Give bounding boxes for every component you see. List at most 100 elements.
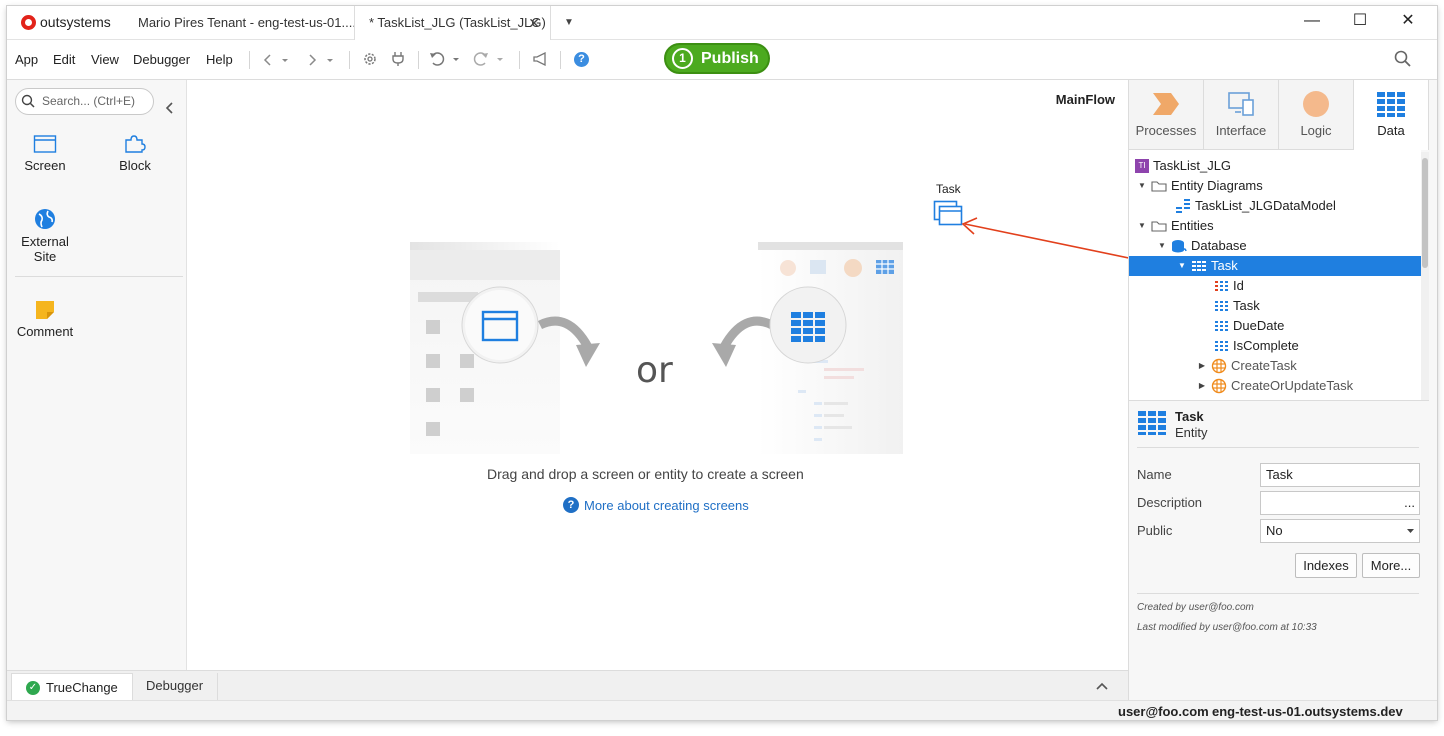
entity-drag-circle — [712, 286, 847, 367]
tab-list-dropdown-icon[interactable]: ▼ — [564, 6, 574, 40]
tab-close-icon[interactable]: ✕ — [528, 6, 540, 40]
title-bar: outsystems Mario Pires Tenant - eng-test… — [7, 6, 1437, 40]
tab-data[interactable]: Data — [1354, 80, 1429, 150]
tab-processes[interactable]: Processes — [1129, 80, 1204, 150]
collapsed-arrow-icon[interactable]: ▶ — [1197, 356, 1207, 376]
data-tree: TI TaskList_JLG ▼ Entity Diagrams TaskLi… — [1129, 150, 1421, 400]
tab-tasklist[interactable]: * TaskList_JLG (TaskList_JLG) ✕ — [354, 6, 551, 40]
name-label: Name — [1137, 467, 1172, 482]
last-modified-text: Last modified by user@foo.com at 10:33 — [1137, 622, 1317, 633]
brand-logo[interactable]: outsystems — [21, 14, 111, 30]
tree-data-model[interactable]: TaskList_JLGDataModel — [1175, 196, 1336, 216]
publish-version-number: 1 — [672, 48, 693, 69]
toolbar: App Edit View Debugger Help ? 1 Publish — [7, 40, 1437, 80]
tab-debugger[interactable]: Debugger — [132, 673, 219, 701]
indexes-button[interactable]: Indexes — [1295, 553, 1357, 578]
folder-icon — [1151, 181, 1167, 192]
folder-icon — [1151, 221, 1167, 232]
palette-divider — [15, 276, 183, 277]
name-field[interactable]: Task — [1260, 463, 1420, 487]
tree-database[interactable]: ▼ Database — [1157, 236, 1247, 256]
tree-module[interactable]: TI TaskList_JLG — [1135, 156, 1231, 176]
publish-button[interactable]: 1 Publish — [664, 43, 770, 74]
expand-panel-chevron-icon[interactable] — [1095, 681, 1109, 691]
service-studio-window: outsystems Mario Pires Tenant - eng-test… — [7, 6, 1437, 720]
tree-attribute-id[interactable]: Id — [1215, 276, 1244, 296]
entity-action-icon — [1211, 358, 1227, 374]
tree-scrollbar-thumb[interactable] — [1422, 158, 1428, 268]
flow-canvas[interactable]: MainFlow Task or Drag and drop a screen … — [188, 80, 1128, 670]
tree-attribute-label: Task — [1233, 298, 1260, 313]
tree-attribute-task[interactable]: Task — [1215, 296, 1260, 316]
status-bar: user@foo.com eng-test-us-01.outsystems.d… — [7, 700, 1437, 720]
expanded-arrow-icon[interactable]: ▼ — [1177, 256, 1187, 276]
maximize-button[interactable]: ☐ — [1337, 6, 1383, 36]
help-icon[interactable]: ? — [574, 52, 589, 67]
palette-item-label: Screen — [24, 158, 66, 173]
module-badge-icon: TI — [1135, 159, 1149, 173]
public-label: Public — [1137, 523, 1173, 538]
menu-view[interactable]: View — [91, 52, 119, 67]
tree-action-createorupdatetask[interactable]: ▶ CreateOrUpdateTask — [1197, 376, 1353, 396]
tree-attribute-label: IsComplete — [1233, 338, 1299, 353]
search-icon[interactable] — [1394, 50, 1412, 68]
plug-icon[interactable] — [391, 51, 405, 67]
tree-entities[interactable]: ▼ Entities — [1137, 216, 1214, 236]
tree-entity-diagrams-label: Entity Diagrams — [1171, 178, 1263, 193]
description-ellipsis-button[interactable]: ... — [1404, 492, 1415, 514]
globe-icon — [35, 209, 55, 229]
tree-attribute-iscomplete[interactable]: IsComplete — [1215, 336, 1299, 356]
status-user: user@foo.com — [1118, 704, 1209, 719]
close-window-button[interactable]: ✕ — [1385, 6, 1431, 36]
expanded-arrow-icon[interactable]: ▼ — [1137, 176, 1147, 196]
tree-module-label: TaskList_JLG — [1153, 158, 1232, 173]
settings-gear-icon[interactable] — [362, 51, 378, 67]
public-select[interactable]: No — [1260, 519, 1420, 543]
toolbar-separator — [560, 51, 561, 69]
create-screen-hint: Drag and drop a screen or entity to crea… — [487, 466, 804, 482]
palette-item-screen[interactable]: Screen — [7, 134, 83, 173]
expanded-arrow-icon[interactable]: ▼ — [1157, 236, 1167, 256]
more-button[interactable]: More... — [1362, 553, 1420, 578]
megaphone-icon[interactable] — [532, 52, 548, 66]
menu-help[interactable]: Help — [206, 52, 233, 67]
expanded-arrow-icon[interactable]: ▼ — [1137, 216, 1147, 236]
attribute-icon — [1215, 321, 1228, 331]
palette-item-block[interactable]: Block — [97, 134, 173, 173]
tree-action-createtask[interactable]: ▶ CreateTask — [1197, 356, 1297, 376]
palette-search-input[interactable]: Search... (Ctrl+E) — [15, 88, 154, 115]
search-icon — [21, 94, 35, 108]
more-about-screens-link[interactable]: ? More about creating screens — [563, 497, 749, 513]
tree-attribute-duedate[interactable]: DueDate — [1215, 316, 1284, 336]
tree-entity-diagrams[interactable]: ▼ Entity Diagrams — [1137, 176, 1263, 196]
back-navigation-icon[interactable] — [262, 53, 292, 67]
properties-title: Task — [1175, 409, 1204, 424]
attribute-icon — [1215, 301, 1228, 311]
tab-logic[interactable]: Logic — [1279, 80, 1354, 150]
properties-panel: Task Entity Name Task Description ... Pu… — [1129, 400, 1429, 700]
forward-navigation-icon[interactable] — [307, 53, 337, 67]
tab-truechange[interactable]: ✓ TrueChange — [11, 673, 133, 701]
description-field[interactable]: ... — [1260, 491, 1420, 515]
undo-icon[interactable] — [429, 51, 463, 67]
palette-item-external-site[interactable]: External Site — [7, 208, 83, 264]
attribute-icon — [1215, 341, 1228, 351]
palette-item-comment[interactable]: Comment — [7, 298, 83, 339]
collapse-palette-icon[interactable] — [165, 102, 175, 114]
palette-item-label: Comment — [16, 324, 74, 339]
tree-entity-task[interactable]: ▼ Task — [1129, 256, 1421, 276]
tab-tenant[interactable]: Mario Pires Tenant - eng-test-us-01.... — [124, 6, 356, 40]
menu-edit[interactable]: Edit — [53, 52, 75, 67]
minimize-button[interactable]: — — [1289, 6, 1335, 36]
collapsed-arrow-icon[interactable]: ▶ — [1197, 376, 1207, 396]
redo-icon[interactable] — [473, 51, 507, 67]
properties-divider — [1137, 593, 1419, 594]
tree-scrollbar[interactable] — [1421, 152, 1429, 402]
tree-action-label: CreateTask — [1231, 358, 1297, 373]
flow-name: MainFlow — [1055, 92, 1115, 107]
menu-app[interactable]: App — [15, 52, 38, 67]
tab-truechange-label: TrueChange — [46, 679, 118, 695]
menu-debugger[interactable]: Debugger — [133, 52, 190, 67]
tab-tenant-label: Mario Pires Tenant - eng-test-us-01.... — [138, 15, 356, 30]
tab-interface[interactable]: Interface — [1204, 80, 1279, 150]
